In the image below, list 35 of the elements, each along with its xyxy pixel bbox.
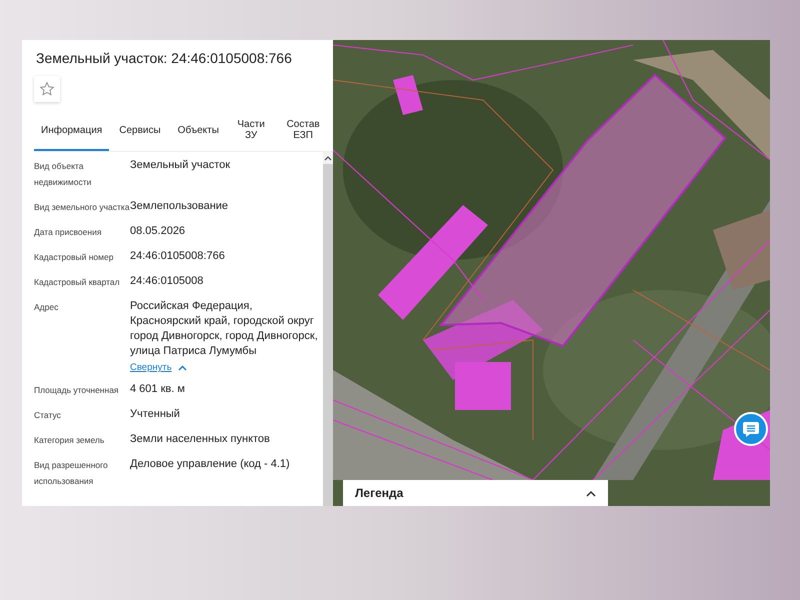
field-label: Статус bbox=[34, 409, 62, 422]
field-value: Земельный участок bbox=[130, 158, 230, 173]
caret-icon[interactable] bbox=[586, 490, 596, 496]
field-value: 24:46:0105008 bbox=[130, 274, 204, 289]
field-value: 24:46:0105008:766 bbox=[130, 249, 225, 264]
chat-icon bbox=[742, 420, 760, 438]
tab[interactable]: Части ЗУ bbox=[228, 112, 274, 151]
caret-icon bbox=[178, 364, 187, 370]
scroll-up-icon bbox=[324, 155, 332, 161]
field-label: Вид разрешенного использования bbox=[34, 459, 109, 488]
tab[interactable]: Состав ЕЗП bbox=[276, 112, 330, 151]
field-label: Площадь уточненная bbox=[34, 384, 120, 397]
field-value: Землепользование bbox=[130, 199, 228, 214]
field-label: Адрес bbox=[34, 301, 60, 314]
field-value: Земли населенных пунктов bbox=[130, 432, 270, 447]
field-value: Учтенный bbox=[130, 407, 180, 422]
field-label: Дата присвоения bbox=[34, 226, 102, 239]
field-value: Деловое управление (код - 4.1) bbox=[130, 457, 290, 472]
favorite-button[interactable] bbox=[34, 76, 60, 102]
field-label: Кадастровый номер bbox=[34, 251, 114, 264]
field-label: Категория земель bbox=[34, 434, 106, 447]
star-icon bbox=[39, 81, 55, 97]
tab[interactable]: Информация bbox=[34, 112, 110, 151]
field-label: Вид объекта недвижимости bbox=[34, 160, 92, 189]
collapse-link[interactable]: Свернуть bbox=[130, 362, 187, 373]
legend-title: Легенда bbox=[355, 486, 404, 500]
field-value: 4 601 кв. м bbox=[130, 382, 185, 397]
legend-panel[interactable]: Легенда bbox=[343, 480, 608, 506]
field-value: 08.05.2026 bbox=[130, 224, 186, 239]
field-label: Кадастровый квартал bbox=[34, 276, 121, 289]
tab[interactable]: Объекты bbox=[170, 112, 226, 151]
field-label: Вид земельного участка bbox=[34, 202, 130, 214]
panel-title: Земельный участок: 24:46:0105008:766 bbox=[36, 50, 293, 66]
tab[interactable]: Сервисы bbox=[112, 112, 168, 151]
field-value: Российская Федерация, Красноярский край, городской округ город Дивногорск, город Дивногорск, улица Патриса Лумумбы bbox=[130, 299, 319, 359]
